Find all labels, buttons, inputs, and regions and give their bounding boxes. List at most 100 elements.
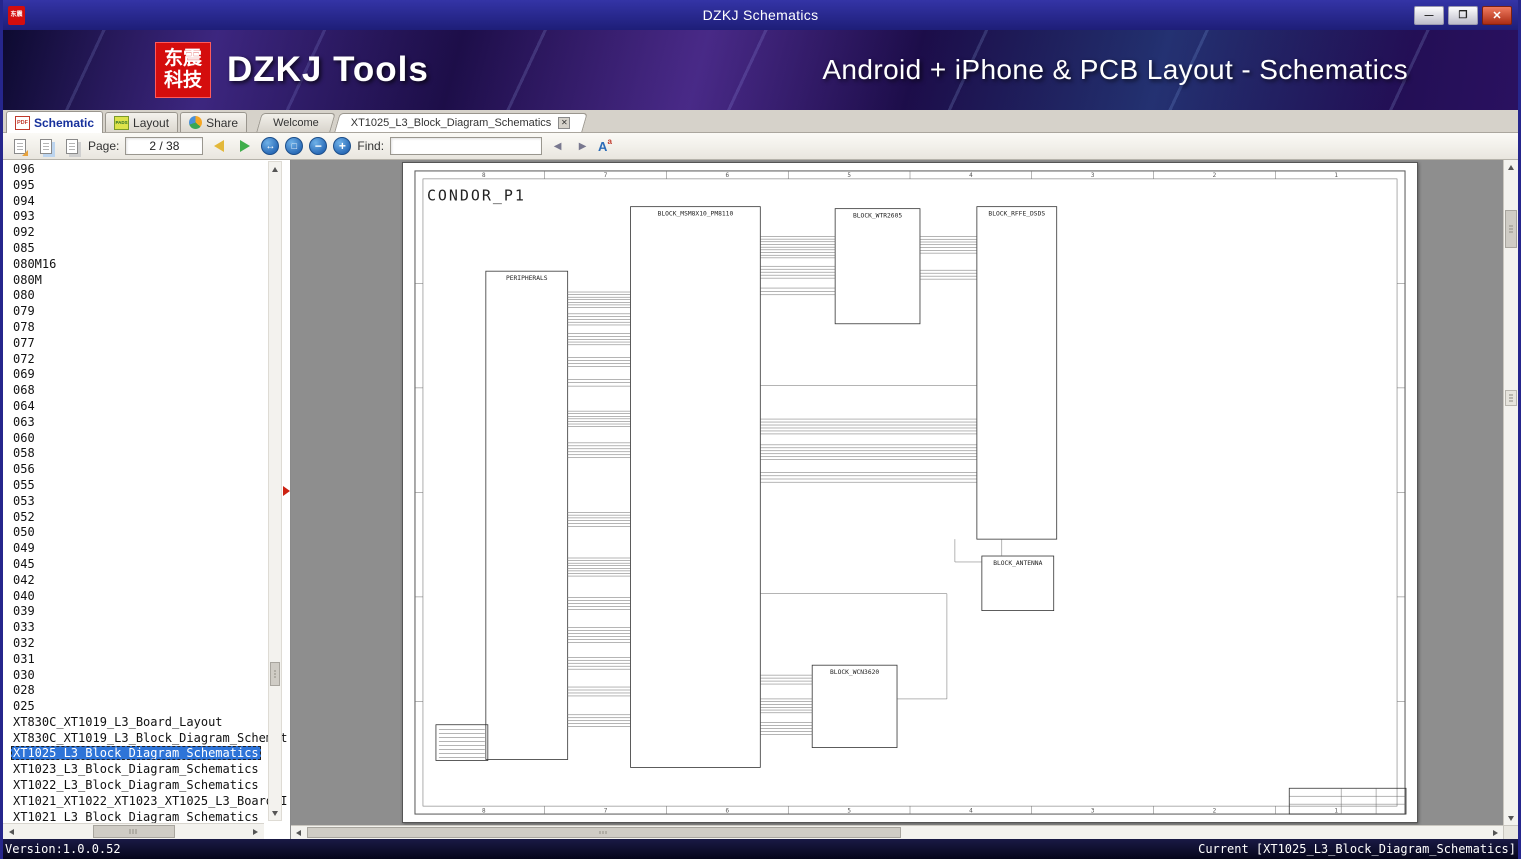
scroll-up-button[interactable] bbox=[1504, 160, 1518, 174]
svg-text:2: 2 bbox=[1212, 172, 1216, 179]
sidebar-item[interactable]: 094 bbox=[3, 194, 290, 210]
sidebar-item[interactable]: 078 bbox=[3, 320, 290, 336]
sidebar-item[interactable]: 093 bbox=[3, 209, 290, 225]
sidebar-item[interactable]: 033 bbox=[3, 620, 290, 636]
sidebar-item[interactable]: XT1023_L3_Block_Diagram_Schematics bbox=[3, 762, 290, 778]
sidebar-item[interactable]: 053 bbox=[3, 494, 290, 510]
previous-page-button[interactable] bbox=[209, 136, 229, 156]
scrollbar-thumb[interactable] bbox=[93, 825, 175, 838]
next-page-button[interactable] bbox=[235, 136, 255, 156]
sidebar-item[interactable]: 080M16 bbox=[3, 257, 290, 273]
sidebar-horizontal-scrollbar[interactable] bbox=[3, 823, 264, 839]
scrollbar-thumb[interactable] bbox=[1505, 210, 1517, 248]
sidebar-item[interactable]: 085 bbox=[3, 241, 290, 257]
sidebar-item[interactable]: 055 bbox=[3, 478, 290, 494]
sidebar-item[interactable]: 040 bbox=[3, 589, 290, 605]
arrow-right-icon bbox=[253, 829, 258, 835]
tab-layout[interactable]: PADS Layout bbox=[105, 112, 178, 132]
sidebar-item[interactable]: 080 bbox=[3, 288, 290, 304]
sidebar-item[interactable]: 096 bbox=[3, 162, 290, 178]
tab-share-label: Share bbox=[206, 116, 238, 130]
sidebar-item[interactable]: 095 bbox=[3, 178, 290, 194]
sidebar-item[interactable]: XT830C_XT1019_L3_Board_Layout bbox=[3, 715, 290, 731]
page-number-input[interactable]: 2 / 38 bbox=[125, 137, 203, 155]
fit-page-button[interactable] bbox=[285, 137, 303, 155]
find-label: Find: bbox=[357, 139, 384, 153]
scrollbar-thumb[interactable] bbox=[270, 662, 280, 686]
svg-text:4: 4 bbox=[969, 172, 973, 179]
minimize-button[interactable] bbox=[1414, 6, 1444, 25]
sidebar-item[interactable]: XT830C_XT1019_L3_Block_Diagram_Schemat bbox=[3, 731, 290, 747]
sidebar-item[interactable]: 052 bbox=[3, 510, 290, 526]
pane-grip-handle[interactable] bbox=[1505, 390, 1517, 406]
sidebar-item[interactable]: XT1021_L3_Block_Diagram_Schematics bbox=[3, 810, 290, 823]
sidebar-item[interactable]: 077 bbox=[3, 336, 290, 352]
sidebar-item[interactable]: XT1025_L3_Block_Diagram_Schematics bbox=[3, 746, 290, 762]
sidebar-item[interactable]: 039 bbox=[3, 604, 290, 620]
schematic-viewport[interactable]: 8877665544332211CONDOR_P1PERIPHERALSBLOC… bbox=[291, 160, 1518, 839]
maximize-button[interactable] bbox=[1448, 6, 1478, 25]
schematic-canvas: 8877665544332211CONDOR_P1PERIPHERALSBLOC… bbox=[403, 163, 1417, 822]
find-next-button[interactable] bbox=[573, 138, 592, 154]
status-bar: Version:1.0.0.52 Current [XT1025_L3_Bloc… bbox=[3, 839, 1518, 859]
doc-tab-xt1025[interactable]: XT1025_L3_Block_Diagram_Schematics bbox=[337, 113, 585, 132]
svg-text:2: 2 bbox=[1212, 808, 1216, 815]
sidebar-item[interactable]: 092 bbox=[3, 225, 290, 241]
scroll-left-button[interactable] bbox=[291, 826, 307, 839]
sidebar-item[interactable]: 056 bbox=[3, 462, 290, 478]
sidebar-item[interactable]: 058 bbox=[3, 446, 290, 462]
close-button[interactable] bbox=[1482, 6, 1512, 25]
sidebar-item-label: 052 bbox=[11, 510, 37, 524]
font-size-button[interactable] bbox=[598, 139, 612, 154]
sidebar-item[interactable]: 032 bbox=[3, 636, 290, 652]
zoom-out-button[interactable] bbox=[309, 137, 327, 155]
scroll-right-button[interactable] bbox=[248, 824, 264, 839]
sidebar-item[interactable]: 045 bbox=[3, 557, 290, 573]
scrollbar-thumb[interactable] bbox=[307, 827, 901, 838]
duplicate-pages-button[interactable] bbox=[36, 136, 56, 156]
scroll-left-button[interactable] bbox=[3, 824, 19, 839]
sidebar-item[interactable]: 069 bbox=[3, 367, 290, 383]
sidebar-item[interactable]: 080M bbox=[3, 273, 290, 289]
tab-share[interactable]: Share bbox=[180, 112, 247, 132]
find-previous-button[interactable] bbox=[548, 138, 567, 154]
svg-text:PERIPHERALS: PERIPHERALS bbox=[505, 275, 547, 282]
main-vertical-scrollbar[interactable] bbox=[1503, 160, 1518, 825]
sidebar-item[interactable]: XT1022_L3_Block_Diagram_Schematics bbox=[3, 778, 290, 794]
scroll-up-button[interactable] bbox=[269, 162, 281, 176]
sidebar-item[interactable]: 025 bbox=[3, 699, 290, 715]
tab-close-icon[interactable] bbox=[558, 117, 570, 129]
scroll-down-button[interactable] bbox=[1504, 811, 1518, 825]
snapshot-button[interactable] bbox=[62, 136, 82, 156]
main-horizontal-scrollbar[interactable] bbox=[291, 825, 1503, 839]
pdf-icon: PDF bbox=[15, 116, 30, 130]
scroll-right-button[interactable] bbox=[1487, 826, 1503, 839]
sidebar-vertical-scrollbar[interactable] bbox=[268, 161, 282, 821]
doc-tab-welcome[interactable]: Welcome bbox=[259, 113, 333, 132]
copy-page-button[interactable] bbox=[10, 136, 30, 156]
sidebar-item[interactable]: 049 bbox=[3, 541, 290, 557]
sidebar-item[interactable]: 064 bbox=[3, 399, 290, 415]
splitter-marker-icon[interactable] bbox=[283, 486, 290, 496]
sidebar-item[interactable]: 030 bbox=[3, 668, 290, 684]
scroll-down-button[interactable] bbox=[269, 806, 281, 820]
sidebar-item-label: 025 bbox=[11, 699, 37, 713]
find-input[interactable] bbox=[390, 137, 542, 155]
sidebar-item[interactable]: 068 bbox=[3, 383, 290, 399]
sidebar-item[interactable]: 063 bbox=[3, 415, 290, 431]
sidebar-item[interactable]: 072 bbox=[3, 352, 290, 368]
sidebar-item[interactable]: 079 bbox=[3, 304, 290, 320]
sidebar-item[interactable]: 042 bbox=[3, 573, 290, 589]
fit-width-button[interactable] bbox=[261, 137, 279, 155]
sidebar-item[interactable]: 060 bbox=[3, 431, 290, 447]
tab-schematic[interactable]: PDF Schematic bbox=[6, 111, 103, 133]
arrow-up-icon bbox=[272, 167, 278, 172]
doc-tab-xt1025-label: XT1025_L3_Block_Diagram_Schematics bbox=[351, 117, 552, 129]
sidebar-item[interactable]: XT1021_XT1022_XT1023_XT1025_L3_Board_I bbox=[3, 794, 290, 810]
sidebar-item[interactable]: 050 bbox=[3, 525, 290, 541]
svg-text:BLOCK_ANTENNA: BLOCK_ANTENNA bbox=[993, 560, 1042, 567]
schematic-page[interactable]: 8877665544332211CONDOR_P1PERIPHERALSBLOC… bbox=[402, 162, 1418, 823]
zoom-in-button[interactable] bbox=[333, 137, 351, 155]
sidebar-item[interactable]: 031 bbox=[3, 652, 290, 668]
sidebar-item[interactable]: 028 bbox=[3, 683, 290, 699]
